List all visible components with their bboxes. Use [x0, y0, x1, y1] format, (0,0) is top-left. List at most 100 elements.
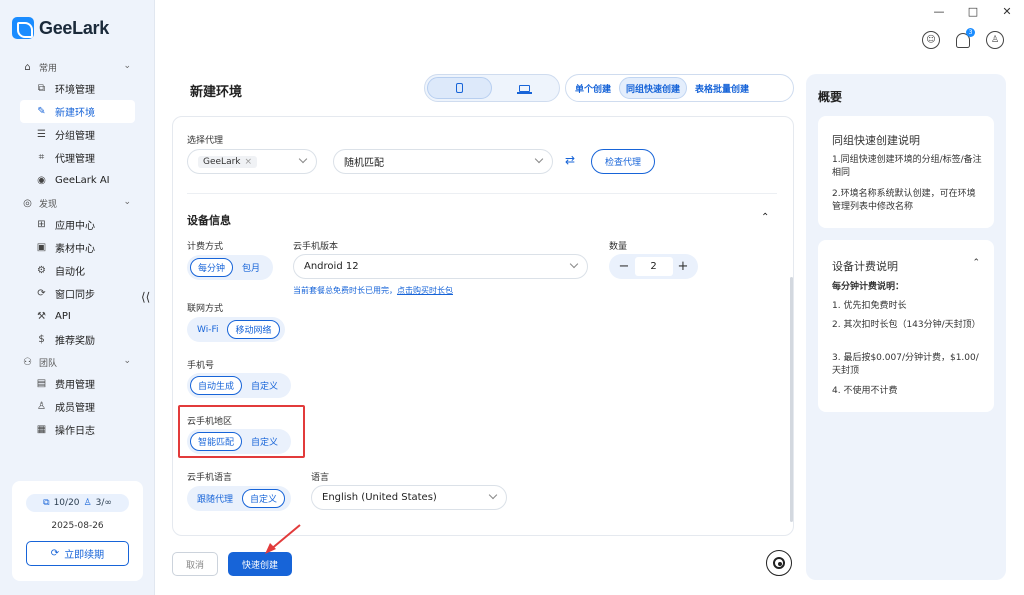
- decrement-button[interactable]: −: [617, 259, 631, 274]
- tab-table-batch-create[interactable]: 表格批量创建: [689, 77, 755, 99]
- desktop-device-button[interactable]: [492, 77, 557, 99]
- cancel-button[interactable]: 取消: [172, 552, 218, 576]
- nav-group-header[interactable]: ⌂ 常用 ⌄: [0, 57, 155, 77]
- billing-info-line-1: 1. 优先扣免费时长: [832, 301, 907, 311]
- nav-group-header[interactable]: ◎ 发现 ⌄: [0, 193, 155, 213]
- sidebar-item-automation[interactable]: ⚙ 自动化: [20, 259, 135, 282]
- laptop-icon: [517, 84, 532, 94]
- sidebar-item-proxy-management[interactable]: ⌗ 代理管理: [20, 146, 135, 169]
- billing-info-line-3: 3. 最后按$0.007/分钟计费，$1.00/天封顶: [832, 353, 979, 376]
- chevron-up-icon[interactable]: ⌃: [761, 212, 769, 223]
- assistant-bubble[interactable]: [766, 550, 792, 576]
- chevron-down-icon: ⌄: [123, 356, 131, 366]
- phone-number-option-custom[interactable]: 自定义: [244, 376, 285, 395]
- quick-create-info-title: 同组快速创建说明: [832, 134, 920, 147]
- sidebar-item-new-env[interactable]: ✎ 新建环境: [20, 100, 135, 123]
- nav-group-label: 发现: [39, 199, 58, 210]
- sidebar-item-label: 窗口同步: [55, 290, 95, 301]
- proxy-match-select[interactable]: 随机匹配: [333, 149, 553, 174]
- billing-segment: 每分钟 包月: [187, 255, 273, 280]
- quantity-input[interactable]: 2: [634, 257, 673, 276]
- sidebar-item-api[interactable]: ⚒ API: [20, 305, 135, 328]
- form-scrollbar[interactable]: [790, 277, 793, 522]
- sidebar-item-env-management[interactable]: ⧉ 环境管理: [20, 77, 135, 100]
- quick-create-info-card: 同组快速创建说明 1.同组快速创建环境的分组/标签/备注相同 2.环境名称系统默…: [818, 116, 994, 228]
- nav-group-team: ⚇ 团队 ⌄ ▤ 费用管理 ♙ 成员管理 ▦ 操作日志: [0, 352, 155, 441]
- phone-language-segment: 跟随代理 自定义: [187, 486, 291, 511]
- refresh-icon: ⟳: [50, 548, 60, 559]
- sidebar-item-window-sync[interactable]: ⟳ 窗口同步: [20, 282, 135, 305]
- network-option-mobile[interactable]: 移动网络: [227, 320, 280, 339]
- account-avatar-icon[interactable]: ♙: [986, 31, 1004, 49]
- nav-group-header[interactable]: ⚇ 团队 ⌄: [0, 352, 155, 372]
- free-time-hint: 当前套餐总免费时长已用完，点击购买时长包: [293, 285, 453, 296]
- user-icon: ♙: [37, 401, 46, 412]
- overview-title: 概要: [818, 90, 843, 104]
- billing-info-card: 设备计费说明 ⌃ 每分钟计费说明： 1. 优先扣免费时长 2. 其次扣时长包（1…: [818, 240, 994, 412]
- phone-language-option-custom[interactable]: 自定义: [242, 489, 286, 508]
- account-card: ⧉ 10/20 ♙ 3/∞ 2025-08-26 ⟳ 立即续期: [12, 481, 143, 581]
- phone-device-button[interactable]: [427, 77, 492, 99]
- sidebar-item-label: 自动化: [55, 267, 85, 278]
- phone-number-option-auto[interactable]: 自动生成: [190, 376, 243, 395]
- sidebar-item-label: API: [55, 311, 71, 322]
- sidebar-item-app-center[interactable]: ⊞ 应用中心: [20, 213, 135, 236]
- support-agent-icon[interactable]: ☺: [922, 31, 940, 49]
- hint-text: 当前套餐总免费时长已用完，: [293, 286, 397, 295]
- renew-button[interactable]: ⟳ 立即续期: [26, 541, 129, 566]
- sidebar-item-referral[interactable]: $ 推荐奖励: [20, 328, 135, 351]
- create-mode-tabs: 单个创建 同组快速创建 表格批量创建: [565, 74, 794, 102]
- window-controls: — □ ✕: [904, 0, 1024, 22]
- sidebar-item-label: 成员管理: [55, 403, 95, 414]
- sidebar-item-label: 代理管理: [55, 154, 95, 165]
- shuffle-icon[interactable]: ⇄: [565, 153, 575, 167]
- proxy-chip-label: GeeLark: [203, 156, 241, 167]
- buy-time-pack-link[interactable]: 点击购买时长包: [397, 286, 453, 295]
- sidebar-item-members[interactable]: ♙ 成员管理: [20, 395, 135, 418]
- expire-date: 2025-08-26: [51, 521, 104, 531]
- network-segment: Wi-Fi 移动网络: [187, 317, 285, 342]
- language-value: English (United States): [322, 492, 437, 503]
- tab-single-create[interactable]: 单个创建: [569, 77, 617, 99]
- billing-info-line-4: 4. 不使用不计费: [832, 386, 898, 396]
- phone-language-option-follow-proxy[interactable]: 跟随代理: [190, 489, 240, 508]
- app-name: GeeLark: [39, 17, 109, 38]
- billing-option-monthly[interactable]: 包月: [235, 258, 267, 277]
- sidebar: GeeLark ⌂ 常用 ⌄ ⧉ 环境管理 ✎ 新建环境 ☰ 分组管理 ⌗ 代理…: [0, 0, 155, 595]
- proxy-select[interactable]: GeeLark ×: [187, 149, 317, 174]
- sidebar-item-audit-log[interactable]: ▦ 操作日志: [20, 418, 135, 441]
- check-proxy-button[interactable]: 检查代理: [591, 149, 655, 174]
- phone-number-segment: 自动生成 自定义: [187, 373, 291, 398]
- maximize-button[interactable]: □: [956, 0, 990, 22]
- bell-icon[interactable]: 3: [956, 28, 975, 48]
- phone-version-value: Android 12: [304, 261, 359, 272]
- sidebar-item-geelark-ai[interactable]: ◉ GeeLark AI: [20, 169, 135, 192]
- network-option-wifi[interactable]: Wi-Fi: [190, 320, 225, 339]
- chevron-up-icon[interactable]: ⌃: [972, 258, 980, 268]
- sidebar-item-material-center[interactable]: ▣ 素材中心: [20, 236, 135, 259]
- sidebar-item-billing[interactable]: ▤ 费用管理: [20, 372, 135, 395]
- sidebar-item-group-management[interactable]: ☰ 分组管理: [20, 123, 135, 146]
- language-select[interactable]: English (United States): [311, 485, 507, 510]
- billing-option-per-minute[interactable]: 每分钟: [190, 258, 234, 277]
- region-highlight-annotation: [178, 405, 305, 458]
- apps-icon: ⊞: [37, 219, 46, 230]
- chip-remove-icon[interactable]: ×: [245, 157, 253, 167]
- tab-group-quick-create[interactable]: 同组快速创建: [619, 77, 688, 99]
- notification-badge: 3: [966, 28, 975, 37]
- phone-version-select[interactable]: Android 12: [293, 254, 588, 279]
- create-form: 选择代理 GeeLark × 随机匹配 ⇄ 检查代理 设备信息 ⌃ 计费方式 每…: [172, 116, 794, 536]
- api-icon: ⚒: [37, 311, 46, 322]
- collapse-sidebar-icon[interactable]: ⟨⟨: [141, 290, 150, 304]
- sidebar-item-label: 费用管理: [55, 380, 95, 391]
- minimize-button[interactable]: —: [922, 0, 956, 22]
- network-icon: ⌗: [38, 152, 45, 163]
- increment-button[interactable]: +: [676, 259, 690, 274]
- proxy-label: 选择代理: [187, 136, 224, 146]
- quota-badge: ⧉ 10/20 ♙ 3/∞: [26, 494, 129, 512]
- windows-icon: ⧉: [37, 83, 46, 94]
- close-button[interactable]: ✕: [990, 0, 1024, 22]
- compass-icon: ◎: [23, 197, 32, 209]
- wallet-icon: ▤: [36, 378, 47, 389]
- billing-info-line-2: 2. 其次扣时长包（143分钟/天封顶）: [832, 320, 981, 330]
